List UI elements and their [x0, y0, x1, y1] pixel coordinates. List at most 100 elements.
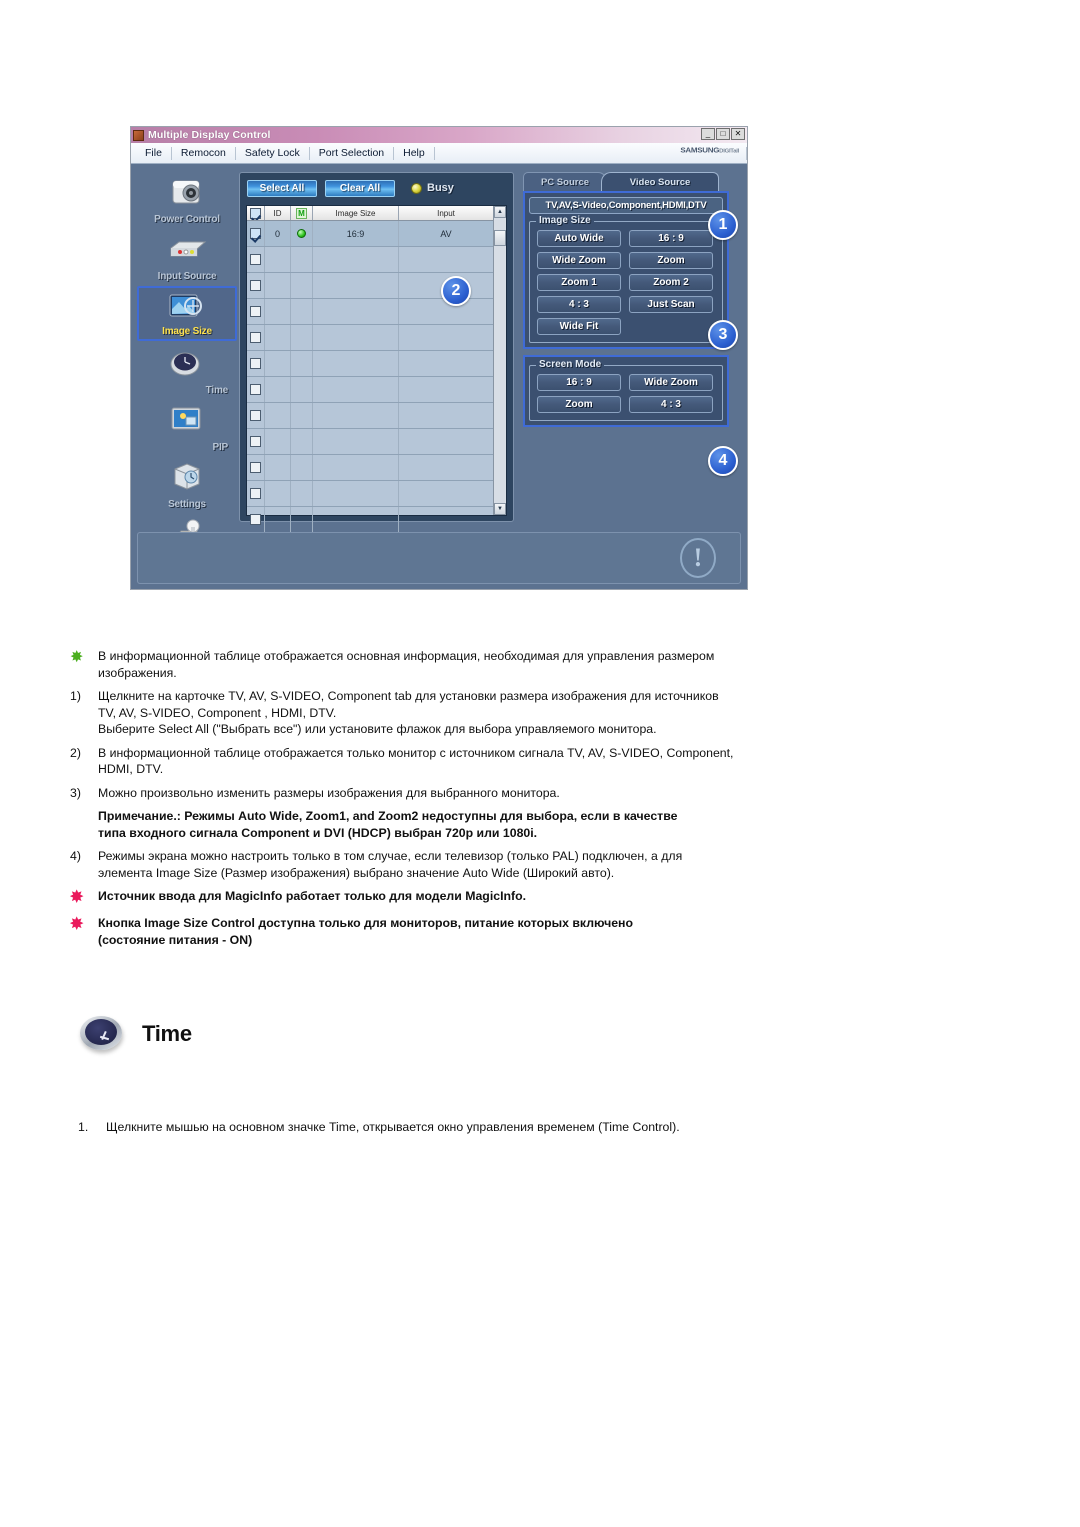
row-checkbox[interactable]	[250, 488, 261, 499]
row-status-cell	[291, 455, 313, 480]
row-checkbox[interactable]	[250, 228, 261, 239]
screen-mode-button-zoom[interactable]: Zoom	[537, 396, 621, 413]
row-checkbox[interactable]	[250, 280, 261, 291]
clear-all-button[interactable]: Clear All	[325, 179, 395, 197]
close-button[interactable]: ✕	[731, 128, 745, 140]
table-row[interactable]: 0 16:9 AV	[247, 221, 493, 247]
maximize-button[interactable]: □	[716, 128, 730, 140]
row-checkbox-cell[interactable]	[247, 403, 265, 428]
row-checkbox[interactable]	[250, 254, 261, 265]
instruction-line: В информационной таблице отображается ос…	[98, 649, 715, 663]
samsung-tagline: DIGITall	[719, 149, 739, 155]
screen-mode-button-4-3[interactable]: 4 : 3	[629, 396, 713, 413]
source-control-panel: PC Source Video Source TV,AV,S-Video,Com…	[523, 172, 729, 522]
column-header-checkbox[interactable]	[247, 206, 265, 220]
row-checkbox-cell[interactable]	[247, 299, 265, 324]
image-size-button-zoom-1[interactable]: Zoom 1	[537, 274, 621, 291]
row-status-cell	[291, 247, 313, 272]
scroll-up-button[interactable]: ▲	[494, 206, 506, 218]
screen-mode-button-16-9[interactable]: 16 : 9	[537, 374, 621, 391]
pip-icon	[171, 407, 201, 430]
list-number: 4)	[70, 849, 81, 863]
table-row[interactable]	[247, 325, 493, 351]
row-checkbox[interactable]	[250, 410, 261, 421]
screen-mode-button-wide-zoom[interactable]: Wide Zoom	[629, 374, 713, 391]
list-number: 2)	[70, 745, 81, 760]
menu-bar: File Remocon Safety Lock Port Selection …	[131, 143, 747, 164]
sidebar-item-input-source[interactable]: Input Source	[137, 229, 237, 284]
sidebar-item-pip[interactable]: PIP	[137, 400, 237, 455]
table-toolbar: Select All Clear All Busy	[240, 173, 513, 203]
row-checkbox-cell[interactable]	[247, 429, 265, 454]
row-checkbox-cell[interactable]	[247, 325, 265, 350]
monitor-table-panel: Select All Clear All Busy ID M Image Siz…	[239, 172, 514, 533]
column-header-input: Input	[437, 208, 455, 218]
row-checkbox-cell[interactable]	[247, 507, 265, 532]
sidebar-label-input-source: Input Source	[157, 271, 217, 282]
row-checkbox[interactable]	[250, 436, 261, 447]
table-row[interactable]	[247, 455, 493, 481]
tab-video-source[interactable]: Video Source	[601, 172, 719, 191]
image-size-button-zoom[interactable]: Zoom	[629, 252, 713, 269]
row-checkbox-cell[interactable]	[247, 221, 265, 246]
row-checkbox[interactable]	[250, 384, 261, 395]
sidebar-item-settings[interactable]: Settings	[137, 457, 237, 512]
menu-item-file[interactable]: File	[131, 146, 172, 160]
menu-item-help[interactable]: Help	[394, 146, 435, 160]
image-size-button-auto-wide[interactable]: Auto Wide	[537, 230, 621, 247]
row-input-cell	[399, 455, 493, 480]
image-size-button-16-9[interactable]: 16 : 9	[629, 230, 713, 247]
row-checkbox-cell[interactable]	[247, 481, 265, 506]
menu-item-port-selection[interactable]: Port Selection	[310, 146, 395, 160]
table-row[interactable]	[247, 481, 493, 507]
list-number: 3)	[70, 785, 81, 800]
tab-pc-source[interactable]: PC Source	[523, 172, 607, 191]
image-size-button-4-3[interactable]: 4 : 3	[537, 296, 621, 313]
time-step-text: Щелкните мышью на основном значке Time, …	[106, 1120, 680, 1134]
row-checkbox-cell[interactable]	[247, 273, 265, 298]
row-checkbox[interactable]	[250, 358, 261, 369]
row-checkbox[interactable]	[250, 332, 261, 343]
sidebar-label-pip: PIP	[212, 442, 228, 453]
row-id-cell: 0	[265, 221, 291, 246]
table-row[interactable]	[247, 429, 493, 455]
image-size-button-zoom-2[interactable]: Zoom 2	[629, 274, 713, 291]
minimize-button[interactable]: _	[701, 128, 715, 140]
scroll-down-button[interactable]: ▼	[494, 503, 506, 515]
row-status-cell	[291, 377, 313, 402]
scroll-thumb[interactable]	[494, 230, 506, 246]
select-all-checkbox[interactable]	[250, 207, 261, 219]
menu-item-safety-lock[interactable]: Safety Lock	[236, 146, 310, 160]
sidebar-label-time: Time	[205, 385, 229, 396]
time-icon	[170, 352, 200, 376]
table-row[interactable]	[247, 403, 493, 429]
sidebar-item-power-control[interactable]: Power Control	[137, 172, 237, 227]
row-image-size-cell	[313, 299, 399, 324]
row-image-size-cell	[313, 507, 399, 532]
time-section-title: Time	[142, 1021, 192, 1046]
menu-item-remocon[interactable]: Remocon	[172, 146, 236, 160]
sidebar-item-image-size[interactable]: Image Size	[137, 286, 237, 341]
row-checkbox[interactable]	[250, 462, 261, 473]
table-row[interactable]	[247, 247, 493, 273]
row-checkbox[interactable]	[250, 306, 261, 317]
screen-mode-panel: Screen Mode 16 : 9 Wide Zoom Zoom 4 : 3	[523, 355, 729, 427]
grid-scrollbar[interactable]: ▲ ▼	[493, 206, 506, 515]
image-size-button-wide-fit[interactable]: Wide Fit	[537, 318, 621, 335]
image-size-button-wide-zoom[interactable]: Wide Zoom	[537, 252, 621, 269]
row-checkbox-cell[interactable]	[247, 351, 265, 376]
image-size-button-just-scan[interactable]: Just Scan	[629, 296, 713, 313]
instruction-line: Кнопка Image Size Control доступна тольк…	[98, 916, 633, 930]
row-checkbox-cell[interactable]	[247, 377, 265, 402]
table-row[interactable]	[247, 377, 493, 403]
select-all-button[interactable]: Select All	[247, 179, 317, 197]
row-image-size-cell	[313, 403, 399, 428]
screen-mode-button-grid: 16 : 9 Wide Zoom Zoom 4 : 3	[537, 374, 715, 413]
instruction-item: 2) В информационной таблице отображается …	[70, 745, 900, 778]
row-checkbox[interactable]	[250, 514, 261, 525]
table-row[interactable]	[247, 507, 493, 533]
sidebar-item-time[interactable]: Time	[137, 343, 237, 398]
table-row[interactable]	[247, 351, 493, 377]
row-checkbox-cell[interactable]	[247, 455, 265, 480]
row-checkbox-cell[interactable]	[247, 247, 265, 272]
